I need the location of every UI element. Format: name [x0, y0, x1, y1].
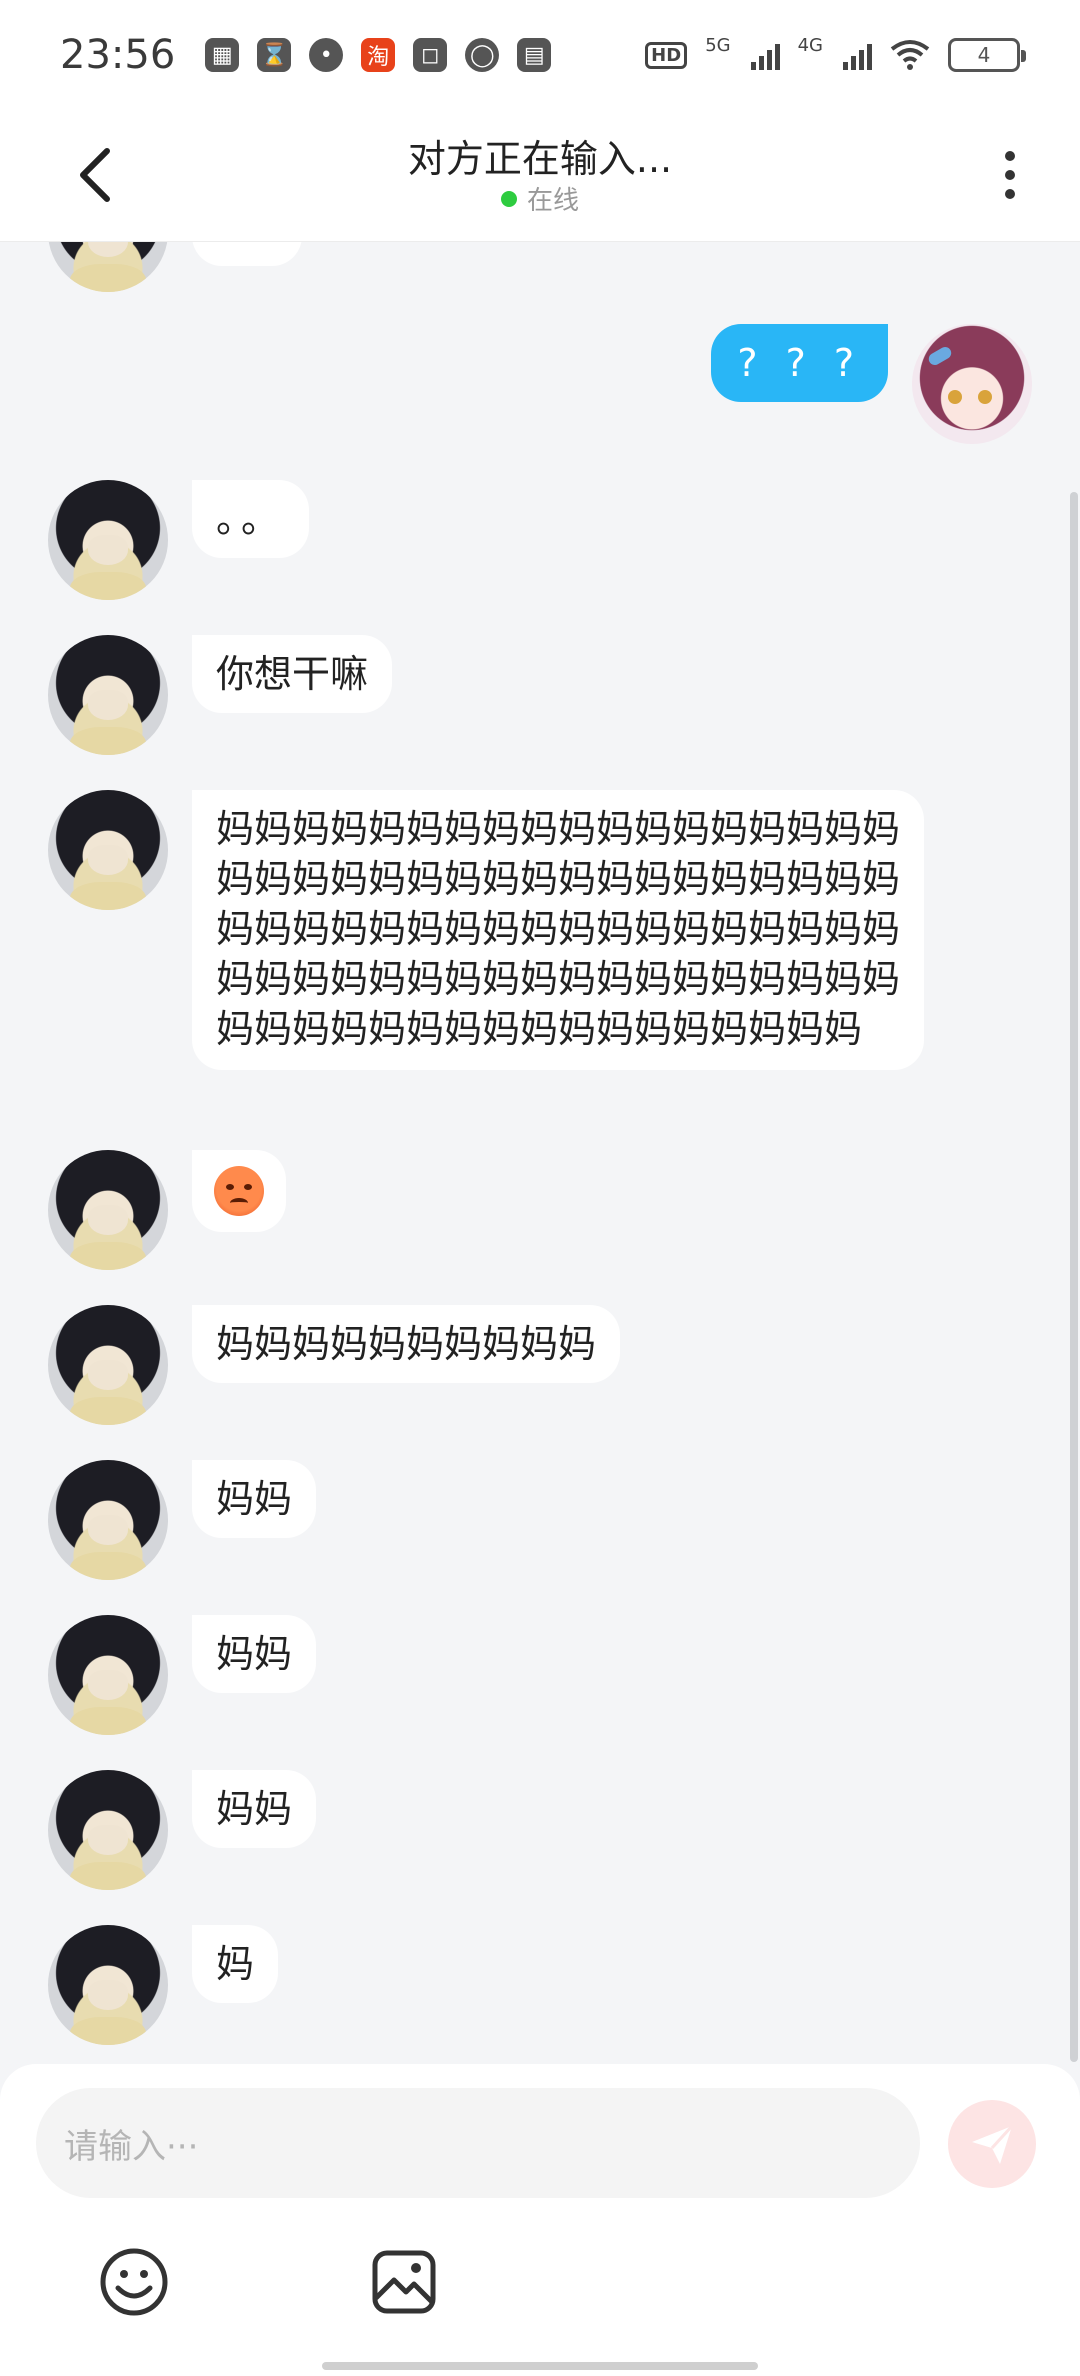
- bag-icon: ◻: [413, 38, 448, 72]
- contact-avatar[interactable]: [48, 635, 168, 755]
- hd-icon: HD: [645, 41, 688, 69]
- contact-avatar[interactable]: [48, 1460, 168, 1580]
- status-bar: 23:56 ▦ ⌛ • 淘 ◻ ◯ ▤ HD 5G 4G 4: [0, 0, 1080, 110]
- message-input[interactable]: 请输入···: [36, 2088, 920, 2198]
- online-dot-icon: [500, 190, 517, 207]
- paper-plane-icon: [972, 2124, 1014, 2164]
- message-bubble[interactable]: 妈妈: [192, 1615, 317, 1693]
- contact-avatar[interactable]: [48, 1305, 168, 1425]
- chat-title: 对方正在输入...: [407, 137, 673, 181]
- message-bubble[interactable]: 。。: [192, 480, 310, 558]
- chat-header: 对方正在输入... 在线: [0, 110, 1080, 242]
- image-picker-button[interactable]: [368, 2246, 440, 2318]
- more-options-button[interactable]: [980, 140, 1040, 210]
- emoji-button[interactable]: [98, 2246, 170, 2318]
- angry-face-emoji-icon: [214, 1166, 264, 1216]
- message-bubble-partial: [192, 242, 302, 266]
- online-status-label: 在线: [526, 186, 579, 216]
- image-icon: [372, 2250, 436, 2314]
- my-message-bubble[interactable]: ? ? ?: [711, 324, 888, 402]
- message-bubble[interactable]: 妈妈妈妈妈妈妈妈妈妈妈妈妈妈妈妈妈妈妈妈妈妈妈妈妈妈妈妈妈妈妈妈妈妈妈妈妈妈妈妈…: [192, 790, 924, 1070]
- contact-avatar[interactable]: [48, 1925, 168, 2045]
- message-bubble[interactable]: 妈妈妈妈妈妈妈妈妈妈: [192, 1305, 621, 1383]
- smiley-icon: [100, 2248, 168, 2316]
- chat-scrollbar[interactable]: [1070, 492, 1078, 2062]
- contact-avatar[interactable]: [48, 1615, 168, 1735]
- more-dot-icon: [1005, 170, 1015, 180]
- contact-avatar[interactable]: [48, 1150, 168, 1270]
- hourglass-icon: ⌛: [257, 38, 292, 72]
- send-button[interactable]: [948, 2100, 1036, 2188]
- sim2-label: 4G: [797, 34, 823, 56]
- more-dot-icon: [1005, 189, 1015, 199]
- battery-icon: 4: [948, 38, 1026, 72]
- more-dot-icon: [1005, 151, 1015, 161]
- cat-icon: ◯: [465, 38, 500, 72]
- contact-avatar[interactable]: [48, 480, 168, 600]
- system-indicators: HD 5G 4G 4: [645, 34, 1026, 72]
- chat-message-list[interactable]: ? ? ? 。。 你想干嘛 妈妈妈妈妈妈妈妈妈妈妈妈妈妈妈妈妈妈妈妈妈妈妈妈妈妈…: [0, 242, 1080, 2064]
- taobao-icon: 淘: [361, 38, 396, 72]
- signal-icon: [843, 40, 872, 70]
- contact-avatar[interactable]: [48, 242, 168, 292]
- chat-bubble-icon: •: [309, 38, 344, 72]
- message-bubble[interactable]: 妈妈: [192, 1460, 317, 1538]
- my-avatar[interactable]: [912, 324, 1032, 444]
- sim1-label: 5G: [705, 34, 731, 56]
- wifi-icon: [890, 40, 930, 70]
- status-time: 23:56: [60, 32, 176, 78]
- home-indicator[interactable]: [322, 2362, 758, 2370]
- online-status: 在线: [0, 180, 1080, 217]
- contact-avatar[interactable]: [48, 790, 168, 910]
- message-composer: 请输入···: [0, 2064, 1080, 2376]
- app-icon: ▦: [205, 38, 240, 72]
- book-icon: ▤: [517, 38, 552, 72]
- notification-icons: ▦ ⌛ • 淘 ◻ ◯ ▤: [205, 38, 552, 72]
- message-bubble[interactable]: 妈妈: [192, 1770, 317, 1848]
- message-bubble[interactable]: 你想干嘛: [192, 635, 393, 713]
- signal-icon: [750, 40, 780, 70]
- contact-avatar[interactable]: [48, 1770, 168, 1890]
- message-bubble[interactable]: 妈: [192, 1925, 279, 2003]
- message-bubble-emoji[interactable]: [192, 1150, 286, 1232]
